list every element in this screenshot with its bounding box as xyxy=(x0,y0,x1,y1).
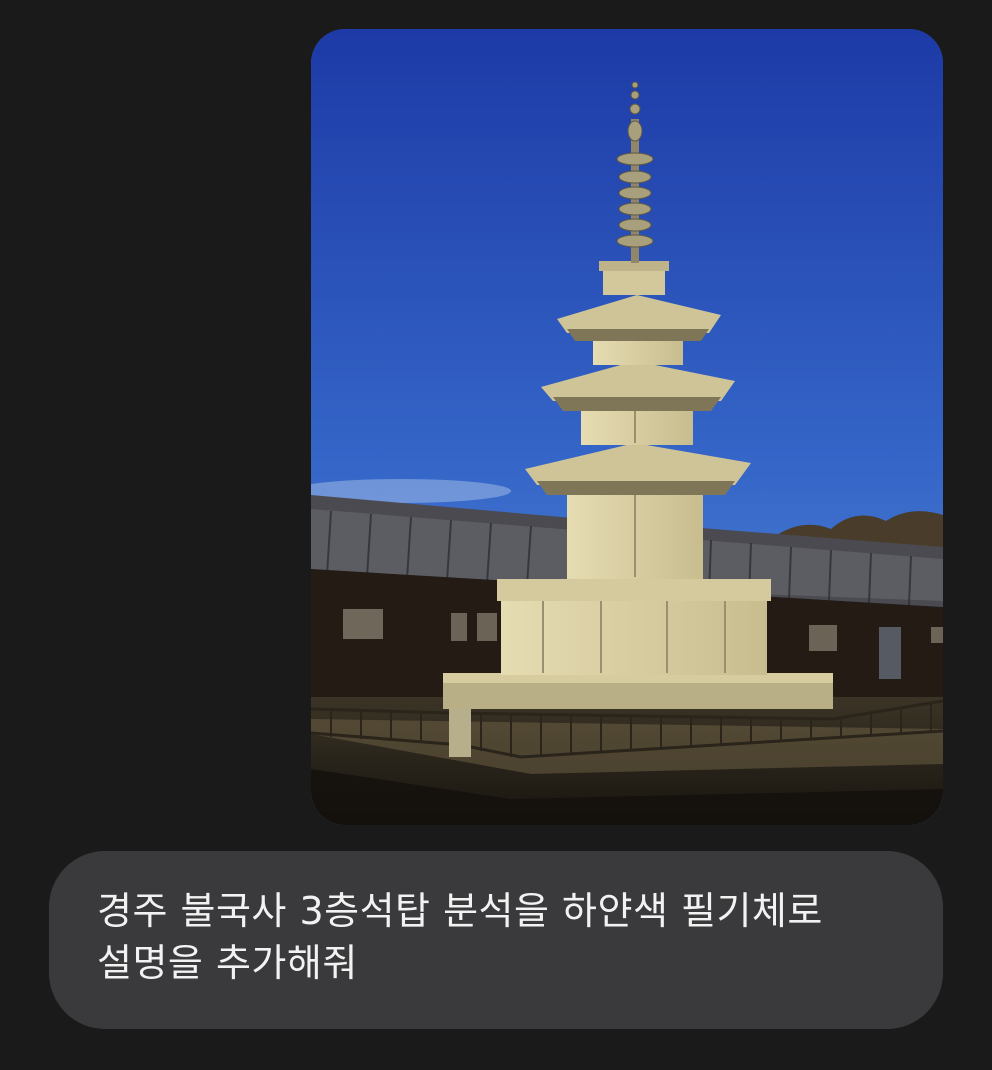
sent-image-bubble[interactable] xyxy=(311,29,943,825)
chat-thread: 경주 불국사 3층석탑 분석을 하얀색 필기체로 설명을 추가해줘 xyxy=(0,0,992,1070)
sent-message-bubble[interactable]: 경주 불국사 3층석탑 분석을 하얀색 필기체로 설명을 추가해줘 xyxy=(49,851,943,1029)
message-text: 경주 불국사 3층석탑 분석을 하얀색 필기체로 설명을 추가해줘 xyxy=(97,889,823,985)
pagoda-photo[interactable] xyxy=(311,29,943,825)
